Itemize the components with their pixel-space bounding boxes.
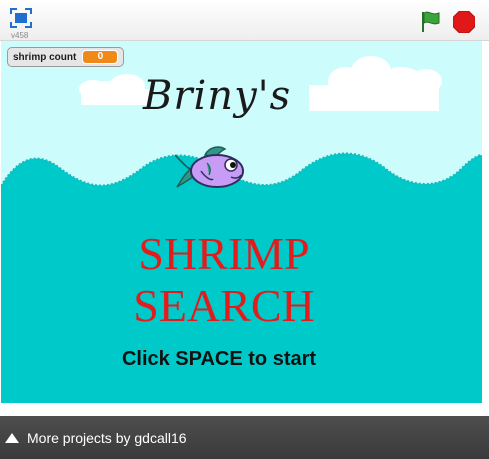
headline-line-1: SHRIMP <box>138 228 310 279</box>
triangle-up-icon <box>5 432 19 443</box>
version-label: v458 <box>11 31 29 40</box>
variable-value: 0 <box>82 50 119 64</box>
fish-sprite <box>174 146 244 188</box>
headline-line-2: SEARCH <box>133 280 315 331</box>
fullscreen-icon[interactable] <box>10 8 32 28</box>
green-flag-icon[interactable] <box>420 10 442 34</box>
project-stage[interactable]: shrimp count 0 Briny's SHRIMP SEARCH Cli… <box>1 41 482 403</box>
more-projects-label[interactable]: More projects by gdcall16 <box>27 430 187 446</box>
stop-sign-icon[interactable] <box>453 11 475 33</box>
shrimp-count-monitor: shrimp count 0 <box>7 47 125 67</box>
start-instruction: Click SPACE to start <box>121 348 317 370</box>
more-projects-bar[interactable]: More projects by gdcall16 <box>0 416 489 459</box>
variable-label: shrimp count <box>13 51 77 63</box>
player-toolbar: v458 <box>0 0 489 41</box>
game-title: Briny's <box>143 73 292 119</box>
